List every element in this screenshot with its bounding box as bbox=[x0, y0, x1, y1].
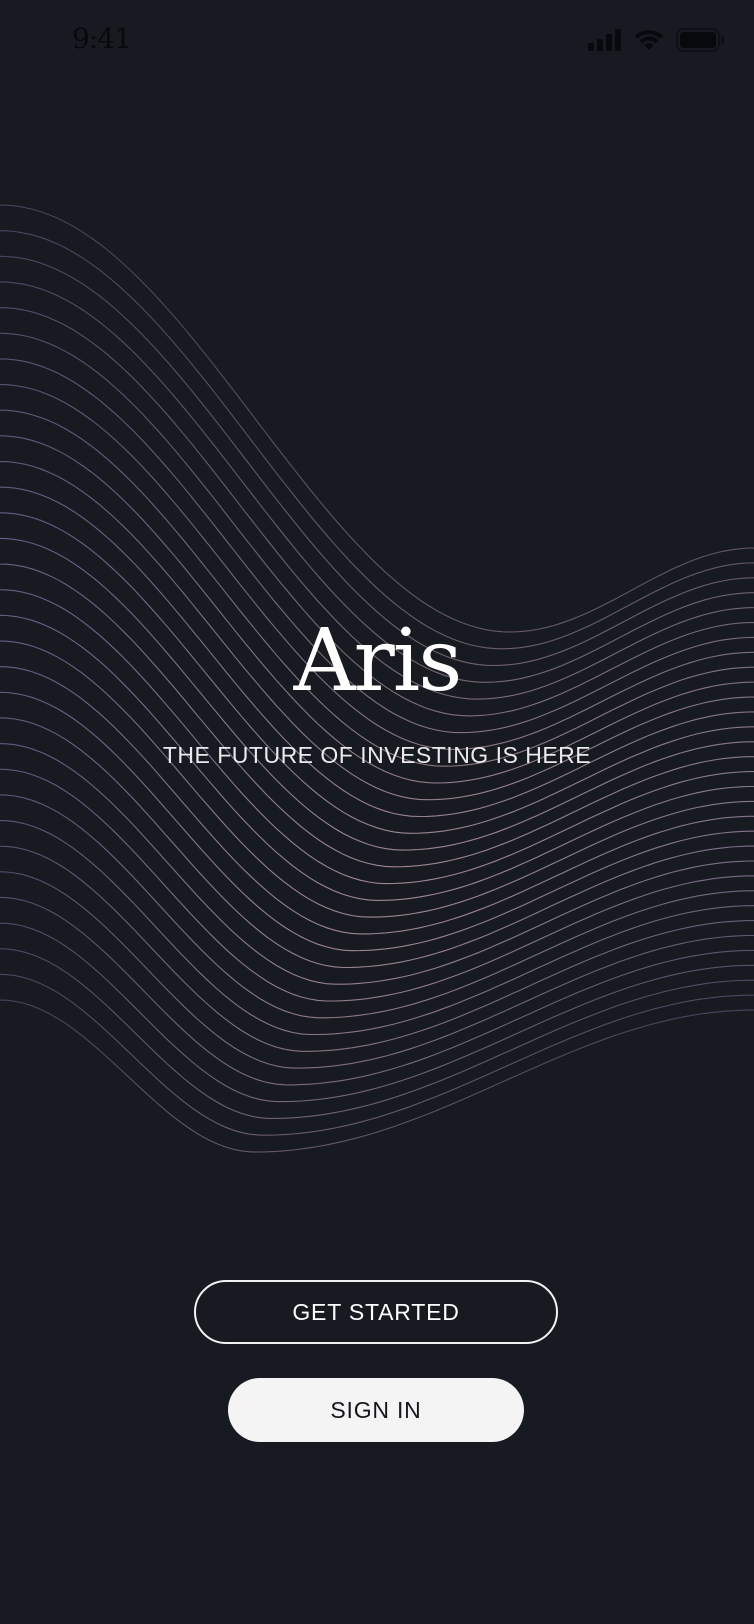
battery-icon bbox=[676, 28, 724, 52]
signal-icon bbox=[588, 29, 621, 51]
wave-line bbox=[0, 563, 754, 868]
sign-in-button[interactable]: SIGN IN bbox=[228, 1378, 524, 1442]
wave-line bbox=[0, 435, 754, 784]
sign-in-label: SIGN IN bbox=[330, 1396, 422, 1423]
get-started-button[interactable]: GET STARTED bbox=[194, 1280, 558, 1344]
welcome-screen: 9:41 Aris THE FUTURE OF INVESTING IS HER… bbox=[0, 0, 754, 1624]
wave-line bbox=[0, 743, 754, 985]
wave-line bbox=[0, 948, 754, 1119]
wave-line bbox=[0, 204, 754, 633]
status-icons bbox=[588, 28, 724, 52]
wifi-icon bbox=[635, 30, 663, 50]
brand-tagline: THE FUTURE OF INVESTING IS HERE bbox=[162, 742, 592, 768]
wave-line bbox=[0, 230, 754, 650]
wave-line bbox=[0, 845, 754, 1052]
status-time: 9:41 bbox=[72, 22, 132, 55]
wave-line bbox=[0, 999, 754, 1153]
wave-line bbox=[0, 255, 754, 667]
wave-line bbox=[0, 819, 754, 1036]
wave-line bbox=[0, 871, 754, 1069]
get-started-label: GET STARTED bbox=[292, 1298, 460, 1325]
brand-logo-title: Aris bbox=[293, 611, 463, 711]
wave-line bbox=[0, 691, 754, 952]
status-bar: 9:41 bbox=[0, 0, 754, 80]
